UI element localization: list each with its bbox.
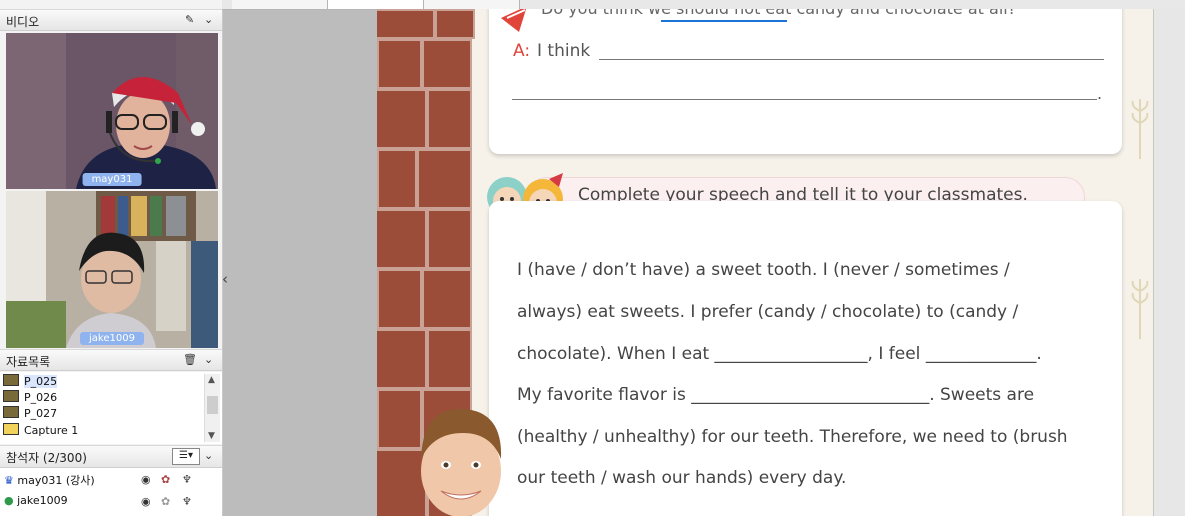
- files-panel-title: 자료목록: [6, 355, 51, 369]
- chevron-down-icon[interactable]: ⌄: [204, 353, 213, 366]
- file-list-scrollbar[interactable]: ▲ ▼: [204, 374, 220, 442]
- image-file-icon: [3, 406, 19, 418]
- list-view-icon[interactable]: ☰▾: [172, 448, 200, 465]
- capture-file-icon: [3, 423, 19, 435]
- chevron-down-icon[interactable]: ⌄: [204, 13, 213, 26]
- document-tab-active[interactable]: [328, 0, 424, 9]
- participant-row[interactable]: ● jake1009: [4, 494, 68, 512]
- file-item[interactable]: P_026: [3, 390, 57, 406]
- participants-panel-header: 참석자 (2/300) ☰▾ ⌄: [0, 445, 222, 468]
- answer-start: I think: [537, 41, 591, 61]
- webcam-icon[interactable]: ◉: [141, 495, 151, 508]
- student-video-feed: [6, 191, 218, 348]
- crown-icon: ♛: [4, 474, 14, 487]
- palette-icon[interactable]: ✿: [161, 495, 170, 508]
- video-tile-teacher[interactable]: may031: [6, 33, 218, 189]
- answer-label: A:: [513, 41, 531, 61]
- participant-list: ♛ may031 (강사) ◉ ✿ ♆ ● jake1009 ◉ ✿ ♆: [0, 468, 222, 516]
- document-tab[interactable]: [424, 0, 520, 9]
- image-file-icon: [3, 374, 19, 386]
- video-panel-header: 비디오 ✎ ⌄: [0, 9, 222, 31]
- scroll-up-icon[interactable]: ▲: [208, 375, 215, 385]
- file-item[interactable]: P_025: [3, 374, 58, 390]
- file-item-label: Capture 1: [24, 424, 79, 437]
- question-text: Do you think we should not eat candy and…: [541, 9, 1016, 18]
- user-icon: ●: [4, 494, 14, 507]
- answer-blank-line-2: [512, 99, 1097, 100]
- video-label-student: jake1009: [80, 332, 144, 345]
- leaf-decoration-icon: [1131, 99, 1149, 159]
- left-sidebar: 비디오 ✎ ⌄ may031 jake1009 자료목록 🗑 ⌄ P_025 P…: [0, 0, 223, 516]
- microphone-icon[interactable]: ♆: [182, 495, 192, 508]
- leaf-decoration-icon: [1131, 279, 1149, 339]
- pen-annotation-underline: [661, 20, 787, 22]
- pencil-marker-icon: [501, 9, 527, 32]
- file-item[interactable]: Capture 1: [3, 423, 78, 439]
- right-margin-strip: [1153, 9, 1185, 516]
- scroll-down-icon[interactable]: ▼: [208, 431, 215, 441]
- webcam-icon[interactable]: ◉: [141, 473, 151, 486]
- answer-blank-line: [599, 59, 1104, 60]
- palette-icon[interactable]: ✿: [161, 473, 170, 486]
- speech-line: always) eat sweets. I prefer (candy / ch…: [517, 302, 1019, 322]
- question-card: [489, 9, 1122, 154]
- boy-photo: [421, 408, 502, 516]
- image-file-icon: [3, 390, 19, 402]
- microphone-icon[interactable]: ♆: [182, 473, 192, 486]
- scrollbar-thumb[interactable]: [207, 396, 218, 414]
- speech-line: I (have / don’t have) a sweet tooth. I (…: [517, 260, 1010, 280]
- video-label-teacher: may031: [82, 173, 142, 186]
- pin-icon[interactable]: ✎: [185, 13, 194, 26]
- speech-line: our teeth / wash our hands) every day.: [517, 468, 847, 488]
- file-item[interactable]: P_027: [3, 406, 57, 422]
- speech-line: chocolate). When I eat _________________…: [517, 344, 1042, 364]
- participant-name: jake1009: [17, 494, 68, 507]
- chevron-down-icon[interactable]: ⌄: [204, 449, 213, 462]
- speech-line: My favorite flavor is __________________…: [517, 385, 1035, 405]
- teacher-video-feed: [6, 33, 218, 189]
- file-item-label: P_025: [24, 375, 58, 388]
- participant-row[interactable]: ♛ may031 (강사): [4, 472, 95, 490]
- document-tab[interactable]: [232, 0, 328, 9]
- speech-line: (healthy / unhealthy) for our teeth. The…: [517, 427, 1068, 447]
- files-panel-header: 자료목록 🗑 ⌄: [0, 349, 222, 371]
- file-item-label: P_026: [24, 391, 58, 404]
- file-item-label: P_027: [24, 407, 58, 420]
- participant-name: may031 (강사): [17, 474, 95, 487]
- trash-icon[interactable]: 🗑: [183, 353, 197, 366]
- file-list: P_025 P_026 P_027 Capture 1: [0, 372, 222, 444]
- answer-end: .: [1097, 84, 1103, 103]
- video-panel-title: 비디오: [6, 15, 40, 29]
- sidebar-collapse-handle[interactable]: ‹: [222, 270, 228, 288]
- participants-panel-title: 참석자 (2/300): [6, 451, 87, 465]
- document-page: Do you think we should not eat candy and…: [377, 9, 1153, 516]
- video-tile-student[interactable]: jake1009: [6, 191, 218, 348]
